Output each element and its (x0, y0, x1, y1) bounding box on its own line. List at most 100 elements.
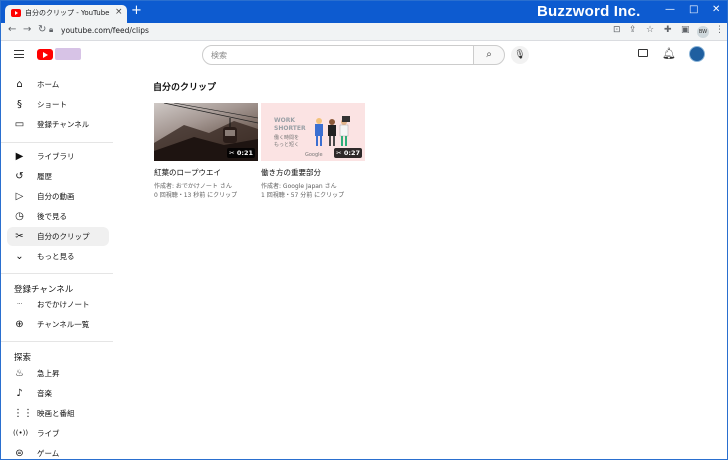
live-icon: ((•)) (13, 429, 29, 437)
browser-tab[interactable]: 自分のクリップ - YouTube × (5, 5, 127, 23)
sidebar-item-label: 映画と番組 (37, 409, 75, 418)
install-icon[interactable]: ⊡ (613, 25, 621, 35)
sidebar-item-subscriptions[interactable]: ▭ 登録チャンネル (7, 115, 109, 134)
scissors-icon: ✂ (15, 231, 24, 242)
tab-close-icon[interactable]: × (115, 7, 123, 17)
sidebar-item-label: ショート (37, 100, 67, 109)
youtube-doodle-logo[interactable] (55, 48, 81, 60)
sidebar-item-show-more[interactable]: ⌄ もっと見る (7, 247, 109, 266)
bell-icon[interactable]: 🔔︎ (662, 47, 676, 60)
sidebar-item-music[interactable]: ♪ 音楽 (7, 384, 109, 403)
youtube-header: 検索 ⌕ 🎙︎ 🔔︎ (1, 42, 727, 68)
sidebar-item-home[interactable]: ⌂ ホーム (7, 75, 109, 94)
share-icon[interactable]: ⇪ (629, 25, 637, 35)
thumbnail-text: SHORTER (274, 125, 306, 132)
film-icon: ⋮⋮ (13, 408, 33, 419)
sidebar-item-label: もっと見る (37, 252, 75, 261)
sidebar-item-label: 後で見る (37, 212, 67, 221)
youtube-logo-icon[interactable] (37, 49, 53, 60)
scissors-icon: ✂ (336, 149, 344, 157)
tab-title: 自分のクリップ - YouTube (25, 9, 110, 17)
microphone-icon: 🎙︎ (514, 50, 526, 60)
sidebar-item-live[interactable]: ((•)) ライブ (7, 424, 109, 443)
sidebar-item-all-channels[interactable]: ⊕ チャンネル一覧 (7, 315, 109, 334)
search-placeholder: 検索 (211, 51, 227, 60)
hamburger-menu-icon[interactable] (14, 50, 24, 58)
lock-icon[interactable]: 🔒︎ (49, 25, 53, 35)
sidebar-item-label: 自分の動画 (37, 192, 75, 201)
sidebar-divider (1, 273, 113, 274)
gaming-icon: ⊜ (15, 448, 24, 459)
create-video-icon[interactable] (638, 49, 648, 57)
sidebar-item-shorts[interactable]: § ショート (7, 95, 109, 114)
new-tab-button[interactable]: + (131, 4, 142, 18)
clip-stats: 0 回視聴・13 秒前 にクリップ (154, 192, 238, 199)
clip-thumbnail[interactable]: WORK SHORTER 働く時間を もっと短く Google ✂ 0:27 (261, 103, 365, 161)
sidebar-item-label: 履歴 (37, 172, 52, 181)
sidebar-item-label: ライブラリ (37, 152, 75, 161)
clip-title[interactable]: 紅葉のロープウエイ (154, 167, 221, 178)
clip-title[interactable]: 働き方の重要部分 (261, 167, 321, 178)
sidebar-item-label: チャンネル一覧 (37, 320, 90, 329)
title-bar: 自分のクリップ - YouTube × + Buzzword Inc. — □ … (1, 1, 727, 23)
url-field[interactable]: youtube.com/feed/clips (61, 26, 149, 35)
profile-avatar[interactable]: BW (697, 26, 709, 38)
scissors-icon: ✂ (229, 149, 237, 157)
close-window-button[interactable]: ✕ (712, 4, 720, 15)
music-icon: ♪ (16, 388, 23, 399)
sidebar-item-library[interactable]: ▶ ライブラリ (7, 147, 109, 166)
subscriptions-heading: 登録チャンネル (14, 285, 74, 295)
bookmark-star-icon[interactable]: ☆ (646, 25, 654, 35)
sidebar-item-label: 急上昇 (37, 369, 60, 378)
sidebar-item-label: 登録チャンネル (37, 120, 90, 129)
sidebar-item-watch-later[interactable]: ◷ 後で見る (7, 207, 109, 226)
forward-icon[interactable]: → (23, 24, 31, 35)
people-illustration (315, 116, 350, 146)
back-icon[interactable]: ← (8, 24, 16, 35)
page-title: 自分のクリップ (153, 83, 217, 93)
clip-duration-badge: ✂ 0:27 (334, 148, 362, 158)
library-icon: ▶ (15, 151, 24, 162)
extensions-icon[interactable]: ✚ (664, 25, 672, 35)
explore-heading: 探索 (14, 353, 32, 363)
clip-thumbnail[interactable]: ✂ 0:21 (154, 103, 258, 161)
search-input[interactable]: 検索 (202, 45, 474, 65)
minimize-button[interactable]: — (665, 4, 675, 15)
sidebar-item-label: 音楽 (37, 389, 52, 398)
thumbnail-text: もっと短く (274, 142, 300, 148)
thumbnail-text: 働く時間を (274, 135, 300, 141)
sidebar-divider (1, 341, 113, 342)
sidebar-item-movies[interactable]: ⋮⋮ 映画と番組 (7, 404, 109, 423)
avatar[interactable] (689, 46, 705, 62)
sidebar-item-your-videos[interactable]: ▷ 自分の動画 (7, 187, 109, 206)
clip-duration: 0:21 (236, 149, 253, 157)
sidebar-item-label: ゲーム (37, 449, 60, 458)
chevron-down-icon: ⌄ (15, 251, 24, 262)
clip-stats: 1 回視聴・57 分前 にクリップ (261, 192, 345, 199)
sidebar-item-channel[interactable]: ᐧᐧᐧ おでかけノート (7, 295, 109, 314)
sidebar-item-label: ライブ (37, 429, 60, 438)
clip-duration: 0:27 (343, 149, 360, 157)
search-icon: ⌕ (486, 49, 492, 60)
voice-search-button[interactable]: 🎙︎ (511, 46, 529, 64)
clip-author: 作成者: Google Japan さん (261, 183, 337, 190)
shorts-icon: § (17, 99, 22, 110)
sidebar-item-your-clips[interactable]: ✂ 自分のクリップ (7, 227, 109, 246)
search-button[interactable]: ⌕ (473, 45, 505, 65)
maximize-button[interactable]: □ (689, 4, 698, 15)
youtube-favicon-icon (11, 9, 21, 17)
menu-dots-icon[interactable]: ⋮ (715, 25, 724, 35)
watch-later-icon: ◷ (15, 211, 24, 222)
address-row: ← → ↻ 🔒︎ youtube.com/feed/clips ⊡ ⇪ ☆ ✚ … (1, 23, 727, 41)
subscriptions-icon: ▭ (14, 119, 25, 130)
sidebar-item-gaming[interactable]: ⊜ ゲーム (7, 444, 109, 459)
sidebar-item-history[interactable]: ↺ 履歴 (7, 167, 109, 186)
sidebar-item-label: ホーム (37, 80, 60, 89)
sidebar-item-trending[interactable]: ♨ 急上昇 (7, 364, 109, 383)
history-icon: ↺ (15, 171, 24, 182)
side-panel-icon[interactable]: ▣ (681, 25, 690, 35)
clip-author: 作成者: おでかけノート さん (154, 183, 232, 190)
reload-icon[interactable]: ↻ (38, 24, 46, 35)
browser-window: 自分のクリップ - YouTube × + Buzzword Inc. — □ … (0, 0, 728, 460)
sidebar-item-label: おでかけノート (37, 300, 90, 309)
